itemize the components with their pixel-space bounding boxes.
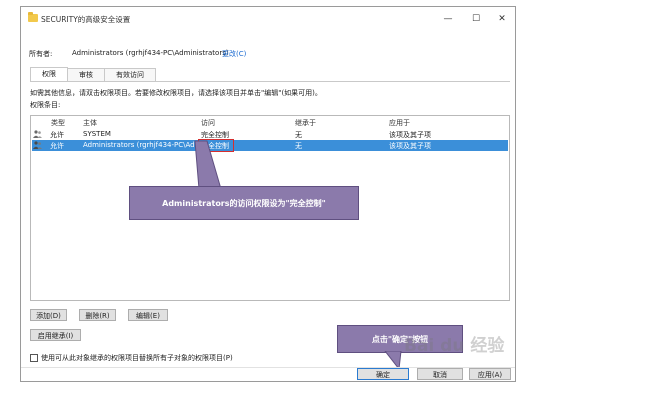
remove-button[interactable]: 删除(R): [79, 309, 116, 321]
row-applies-to: 该项及其子项: [389, 142, 431, 150]
ok-button[interactable]: 确定: [357, 368, 409, 380]
row-inherited-from: 无: [295, 142, 302, 150]
column-header-applies-to[interactable]: 应用于: [389, 118, 410, 128]
tab-auditing[interactable]: 审核: [67, 68, 105, 81]
tab-divider: [30, 81, 510, 82]
edit-button[interactable]: 编辑(E): [128, 309, 168, 321]
enable-inheritance-button[interactable]: 启用继承(I): [30, 329, 81, 341]
row-type: 允许: [50, 142, 64, 150]
user-group-icon: [33, 130, 42, 138]
maximize-button[interactable]: ☐: [465, 11, 487, 27]
owner-label: 所有者:: [29, 50, 53, 58]
info-text: 如需其他信息，请双击权限项目。若要修改权限项目，请选择该项目并单击"编辑"(如果…: [30, 89, 322, 97]
cancel-button[interactable]: 取消: [417, 368, 463, 380]
owner-value: Administrators (rgrhjf434-PC\Administrat…: [72, 49, 229, 57]
row-applies-to: 该项及其子项: [389, 131, 431, 139]
column-header-type[interactable]: 类型: [51, 118, 65, 128]
minimize-button[interactable]: —: [437, 11, 459, 27]
permission-entries-label: 权限条目:: [30, 101, 61, 109]
apply-button[interactable]: 应用(A): [469, 368, 511, 380]
window-title: SECURITY的高级安全设置: [41, 15, 131, 24]
row-inherited-from: 无: [295, 131, 302, 139]
change-owner-link[interactable]: 更改(C): [222, 49, 246, 59]
close-button[interactable]: ✕: [491, 11, 513, 27]
replace-child-permissions-label: 使用可从此对象继承的权限项目替换所有子对象的权限项目(P): [41, 354, 233, 362]
row-type: 允许: [50, 131, 64, 139]
row-principal: SYSTEM: [83, 130, 111, 138]
user-group-icon: [33, 141, 42, 149]
column-header-access[interactable]: 访问: [201, 118, 215, 128]
add-button[interactable]: 添加(D): [30, 309, 67, 321]
watermark: Bai du 经验: [404, 336, 505, 356]
access-callout: Administrators的访问权限设为"完全控制": [129, 186, 359, 220]
tab-effective-access[interactable]: 有效访问: [104, 68, 156, 81]
table-row-selected[interactable]: 允许 Administrators (rgrhjf434-PC\Ad... 完全…: [32, 140, 508, 151]
folder-icon: [28, 12, 38, 22]
callout-pointer: [194, 140, 222, 189]
replace-child-permissions-checkbox[interactable]: [30, 354, 38, 362]
table-row[interactable]: 允许 SYSTEM 完全控制 无 该项及其子项: [32, 129, 508, 140]
column-header-principal[interactable]: 主体: [83, 118, 97, 128]
tab-permissions[interactable]: 权限: [30, 67, 68, 82]
column-header-inherited-from[interactable]: 继承于: [295, 118, 316, 128]
title-bar: SECURITY的高级安全设置 — ☐ ✕: [21, 7, 515, 31]
advanced-security-settings-window: SECURITY的高级安全设置 — ☐ ✕ 所有者: Administrator…: [20, 6, 516, 382]
